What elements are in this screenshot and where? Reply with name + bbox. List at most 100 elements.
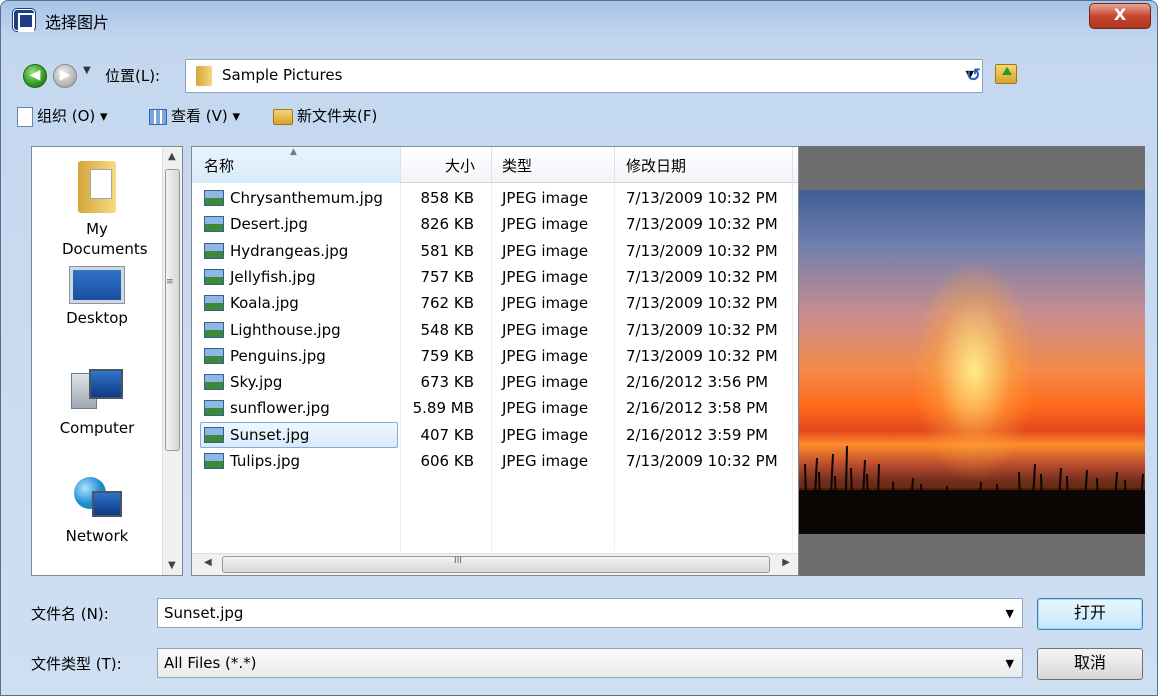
horizontal-scrollbar[interactable]: ◀ III ▶ [192,553,798,575]
filename-input[interactable]: Sunset.jpg ▼ [157,598,1023,628]
file-type: JPEG image [502,452,589,470]
chevron-down-icon[interactable]: ▼ [1006,657,1014,670]
address-bar: ◀ ▶ ▼ 位置(L): Sample Pictures ▼ ↺ [11,59,1151,93]
column-header-row: ▲ 名称 大小 类型 修改日期 [192,147,798,183]
table-row[interactable]: Lighthouse.jpg 548 KB JPEG image 7/13/2009 … [192,317,792,343]
scroll-left-icon[interactable]: ◀ [204,557,212,568]
file-modified: 7/13/2009 10:32 PM [626,189,778,207]
navigation-pane[interactable]: My Documents Desktop Computer Network ▲ … [31,146,183,576]
column-header-modified[interactable]: 修改日期 [626,155,686,176]
organize-label: 组织 (O) ▾ [37,107,108,125]
file-type: JPEG image [502,294,589,313]
file-name: sunflower.jpg [230,399,330,418]
nav-item-label: Computer [59,419,135,437]
new-folder-button[interactable]: 新文件夹(F) [273,105,377,126]
toolbar: 组织 (O) ▾ 查看 (V) ▾ 新文件夹(F) [11,99,1151,133]
title-bar[interactable]: 选择图片 X [1,1,1157,37]
scroll-thumb[interactable] [222,556,770,573]
view-menu[interactable]: 查看 (V) ▾ [149,105,240,126]
table-row[interactable]: sunflower.jpg 5.89 MB JPEG image 2/16/2012 … [192,395,792,421]
column-divider[interactable] [491,147,492,183]
grip-icon: III [454,556,462,566]
table-row[interactable]: Penguins.jpg 759 KB JPEG image 7/13/2009 10… [192,343,792,369]
file-size: 548 KB [420,320,474,339]
filetype-select[interactable]: All Files (*.*) ▼ [157,648,1023,678]
network-icon [72,475,122,521]
organize-menu[interactable]: 组织 (O) ▾ [17,105,108,127]
scroll-thumb[interactable] [165,169,180,451]
cancel-button[interactable]: 取消 [1037,648,1143,680]
file-name: Jellyfish.jpg [230,267,316,286]
table-row[interactable]: Desert.jpg 826 KB JPEG image 7/13/2009 10:3… [192,211,792,237]
open-button[interactable]: 打开 [1037,598,1143,630]
file-size: 826 KB [420,215,474,234]
location-combobox[interactable]: Sample Pictures ▼ [185,59,983,93]
column-divider[interactable] [792,147,793,183]
file-name: Lighthouse.jpg [230,320,341,339]
table-row[interactable]: Jellyfish.jpg 757 KB JPEG image 7/13/2009 1… [192,264,792,290]
file-type: JPEG image [502,189,589,207]
new-folder-icon [273,108,293,125]
preview-pane [799,146,1145,576]
file-name: Hydrangeas.jpg [230,241,349,260]
image-file-icon [204,426,224,443]
table-row[interactable]: Hydrangeas.jpg 581 KB JPEG image 7/13/2009 … [192,238,792,264]
file-size: 757 KB [420,267,474,286]
file-list-pane[interactable]: ▲ 名称 大小 类型 修改日期 Chrysanthemum.jpg 858 KB J… [191,146,799,576]
grip-icon: ≡ [166,277,174,287]
history-dropdown-icon[interactable]: ▼ [83,65,91,76]
table-row[interactable]: Koala.jpg 762 KB JPEG image 7/13/2009 10:32… [192,290,792,316]
filename-label: 文件名 (N): [31,605,109,623]
image-file-icon [204,453,224,469]
scroll-down-icon[interactable]: ▼ [168,560,176,571]
file-name: Sunset.jpg [230,425,310,444]
back-button[interactable]: ◀ [23,64,47,88]
computer-icon [71,369,123,413]
file-type: JPEG image [502,215,589,234]
file-modified: 7/13/2009 10:32 PM [626,241,778,260]
forward-button[interactable]: ▶ [53,64,77,88]
nav-item-my-documents[interactable]: My Documents [32,161,162,259]
file-modified: 7/13/2009 10:32 PM [626,320,778,339]
nav-vertical-scrollbar[interactable]: ▲ ≡ ▼ [162,147,182,575]
filename-value: Sunset.jpg [164,604,244,622]
table-row[interactable]: Sky.jpg 673 KB JPEG image 2/16/2012 3:56 PM [192,369,792,395]
column-divider[interactable] [400,147,401,183]
close-button[interactable]: X [1089,3,1151,29]
nav-item-label: Network [65,527,129,545]
location-value: Sample Pictures [222,66,343,84]
column-header-type[interactable]: 类型 [502,155,532,176]
file-type: JPEG image [502,346,589,365]
file-modified: 7/13/2009 10:32 PM [626,294,778,313]
file-size: 581 KB [420,241,474,260]
nav-item-desktop[interactable]: Desktop [32,267,162,327]
file-modified: 7/13/2009 10:32 PM [626,215,778,234]
image-file-icon [204,190,224,206]
view-icon [149,108,167,125]
file-modified: 7/13/2009 10:32 PM [626,452,778,470]
column-header-size[interactable]: 大小 [445,155,475,176]
table-row[interactable]: Chrysanthemum.jpg 858 KB JPEG image 7/13/20… [192,185,792,211]
scroll-up-icon[interactable]: ▲ [168,151,176,162]
refresh-icon[interactable]: ↺ [966,65,981,86]
chevron-down-icon[interactable]: ▼ [1006,607,1014,620]
column-divider[interactable] [614,147,615,183]
file-name: Tulips.jpg [230,452,301,470]
up-folder-icon[interactable] [995,64,1017,84]
desktop-icon [70,267,124,303]
documents-folder-icon [78,161,116,213]
new-folder-label: 新文件夹(F) [297,107,378,125]
table-row[interactable]: Sunset.jpg 407 KB JPEG image 2/16/2012 3:59… [192,421,792,448]
file-name: Desert.jpg [230,215,308,234]
nav-item-network[interactable]: Network [32,475,162,545]
scroll-right-icon[interactable]: ▶ [782,557,790,568]
nav-item-computer[interactable]: Computer [32,369,162,437]
file-size: 759 KB [420,346,474,365]
table-row[interactable]: Tulips.jpg 606 KB JPEG image 7/13/2009 10:3… [192,448,792,474]
column-header-name[interactable]: 名称 [204,155,234,176]
file-modified: 2/16/2012 3:58 PM [626,399,769,418]
file-size: 762 KB [420,294,474,313]
filetype-label: 文件类型 (T): [31,655,122,673]
file-type: JPEG image [502,373,589,392]
image-file-icon [204,242,224,259]
